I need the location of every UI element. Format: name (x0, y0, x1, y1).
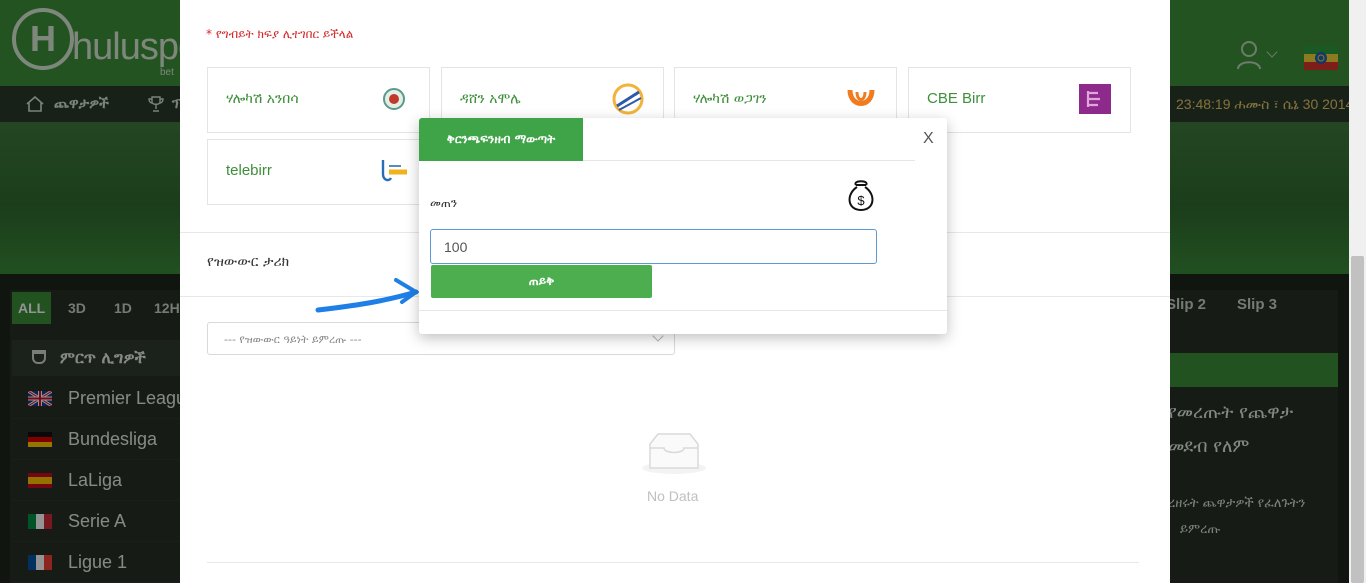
tab-underline (583, 160, 915, 161)
section-divider (207, 562, 1139, 563)
fee-notice: * የግብይት ክፍያ ሊተገበር ይችላል (206, 27, 354, 41)
annotation-arrow-icon (315, 278, 420, 313)
modal-footer-divider (419, 310, 947, 311)
wegagen-icon (847, 89, 875, 106)
history-title: የዝውውር ታሪክ (207, 254, 290, 270)
payment-method-hellocash-anbesa[interactable]: ሃሎካሽ አንበሳ (207, 67, 430, 133)
cbe-birr-icon (1079, 84, 1111, 114)
scrollbar-thumb[interactable] (1351, 256, 1364, 583)
withdraw-modal: ቅርንጫፍንዘብ ማውጣት X መጠን $ ጠይቅ (419, 118, 947, 334)
amount-label: መጠን (430, 196, 458, 210)
select-placeholder: --- የዝውውር ዓይነት ይምረጡ --- (224, 333, 362, 346)
payment-method-name: ሃሎካሽ አንበሳ (226, 91, 299, 107)
close-button[interactable]: X (923, 130, 934, 148)
empty-state-text: No Data (647, 488, 699, 504)
empty-inbox-icon (642, 433, 706, 474)
amount-input[interactable] (430, 229, 877, 264)
amole-icon (612, 83, 644, 115)
money-bag-icon: $ (848, 180, 874, 212)
payment-method-name: telebirr (226, 162, 272, 179)
request-button[interactable]: ጠይቅ (431, 265, 652, 298)
telebirr-icon (381, 160, 407, 182)
lion-bank-icon (383, 88, 405, 110)
payment-method-telebirr[interactable]: telebirr (207, 139, 430, 205)
svg-text:$: $ (857, 193, 865, 208)
tab-branch-withdraw[interactable]: ቅርንጫፍንዘብ ማውጣት (419, 118, 583, 161)
